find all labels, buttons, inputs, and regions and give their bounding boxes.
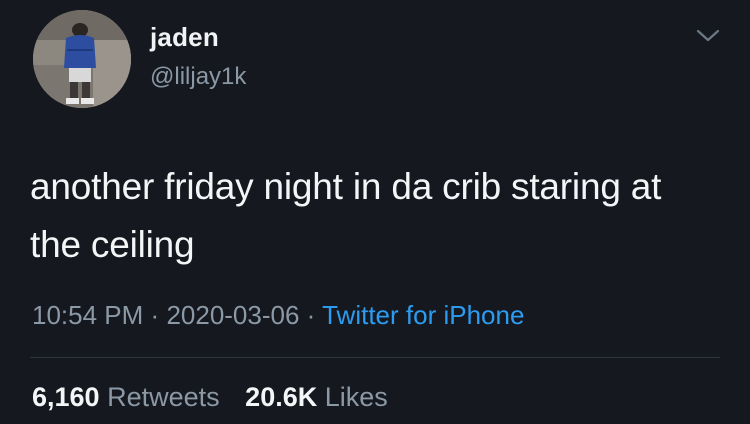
tweet-stats: 6,160 Retweets 20.6K Likes bbox=[32, 382, 406, 413]
avatar-photo bbox=[33, 10, 131, 108]
meta-separator: · bbox=[150, 300, 160, 330]
chevron-down-icon[interactable] bbox=[695, 26, 721, 46]
retweets-count: 6,160 bbox=[32, 382, 100, 412]
meta-separator: · bbox=[306, 300, 316, 330]
avatar[interactable] bbox=[33, 10, 131, 108]
retweets-stat[interactable]: 6,160 Retweets bbox=[32, 382, 220, 413]
tweet-date[interactable]: 2020-03-06 bbox=[166, 300, 299, 330]
divider bbox=[30, 357, 720, 358]
tweet-source-link[interactable]: Twitter for iPhone bbox=[322, 300, 524, 330]
tweet-metadata: 10:54 PM · 2020-03-06 · Twitter for iPho… bbox=[32, 300, 524, 331]
display-name[interactable]: jaden bbox=[150, 22, 219, 53]
retweets-label: Retweets bbox=[107, 382, 220, 412]
tweet-text: another friday night in da crib staring … bbox=[30, 166, 662, 265]
tweet-time[interactable]: 10:54 PM bbox=[32, 300, 143, 330]
tweet-card: jaden @liljay1k another friday night in … bbox=[0, 0, 750, 424]
user-handle[interactable]: @liljay1k bbox=[150, 63, 246, 91]
likes-stat[interactable]: 20.6K Likes bbox=[245, 382, 388, 413]
likes-label: Likes bbox=[324, 382, 388, 412]
likes-count: 20.6K bbox=[245, 382, 318, 412]
